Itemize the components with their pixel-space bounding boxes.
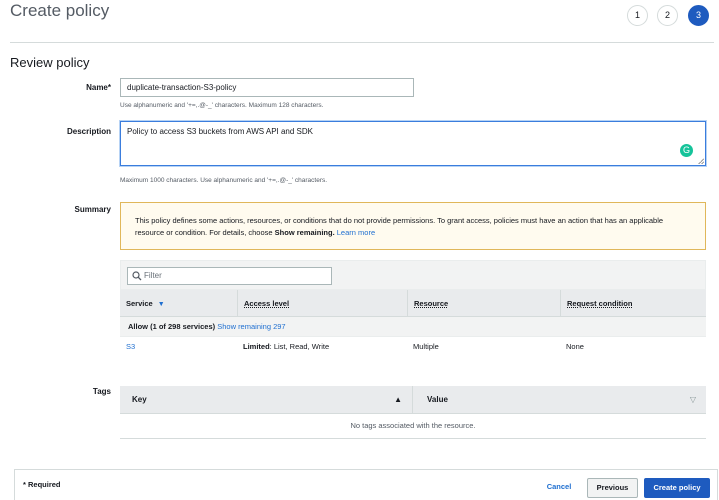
warning-text: This policy defines some actions, resour…	[135, 216, 664, 237]
show-remaining-link[interactable]: Show remaining 297	[217, 322, 285, 331]
description-help-text: Maximum 1000 characters. Use alphanumeri…	[120, 177, 328, 184]
summary-table: Filter Service ▼ Access level Resource R…	[120, 260, 706, 356]
column-request-condition[interactable]: Request condition	[560, 290, 706, 317]
tags-empty-state: No tags associated with the resource.	[120, 414, 706, 439]
name-help-text: Use alphanumeric and '+=,.@-_' character…	[120, 102, 324, 109]
filter-bar: Filter	[120, 260, 706, 290]
description-textarea[interactable]: Policy to access S3 buckets from AWS API…	[120, 121, 706, 166]
step-3: 3	[688, 5, 709, 26]
column-access-level[interactable]: Access level	[237, 290, 407, 317]
table-row: S3 Limited: List, Read, Write Multiple N…	[120, 337, 706, 357]
column-value[interactable]: Value ▽	[412, 386, 706, 414]
warning-alert: This policy defines some actions, resour…	[120, 202, 706, 250]
column-access-level-label: Access level	[244, 299, 290, 308]
search-icon	[132, 271, 142, 287]
title-divider	[10, 42, 714, 43]
name-input[interactable]: duplicate-transaction-S3-policy	[120, 78, 414, 97]
column-key-label: Key	[132, 395, 147, 404]
request-condition-cell: None	[566, 342, 584, 351]
resize-handle-icon[interactable]	[698, 158, 704, 164]
grammarly-icon[interactable]: G	[680, 144, 693, 157]
column-value-label: Value	[427, 395, 448, 404]
access-level-bold: Limited	[243, 342, 270, 351]
group-label: Allow (1 of 298 services)	[128, 322, 216, 331]
step-1[interactable]: 1	[627, 5, 648, 26]
page-title: Create policy	[10, 1, 110, 20]
tags-label: Tags	[92, 387, 111, 396]
section-title: Review policy	[10, 55, 90, 70]
filter-input[interactable]: Filter	[127, 267, 332, 285]
column-resource[interactable]: Resource	[407, 290, 560, 317]
summary-table-header: Service ▼ Access level Resource Request …	[120, 290, 706, 317]
tags-table: Key ▲ Value ▽ No tags associated with th…	[120, 386, 706, 439]
step-2[interactable]: 2	[657, 5, 678, 26]
service-link[interactable]: S3	[126, 337, 135, 357]
sort-up-icon: ▲	[394, 395, 402, 404]
create-policy-button[interactable]: Create policy	[644, 478, 710, 498]
footer-bar: * Required Cancel Previous Create policy	[14, 469, 718, 500]
access-level-cell: Limited: List, Read, Write	[243, 337, 329, 357]
group-row: Allow (1 of 298 services) Show remaining…	[120, 317, 706, 337]
column-service[interactable]: Service ▼	[120, 290, 237, 317]
previous-button[interactable]: Previous	[587, 478, 638, 498]
sort-down-icon: ▼	[157, 301, 165, 308]
filter-placeholder: Filter	[144, 271, 162, 280]
required-note: * Required	[23, 480, 61, 489]
learn-more-link[interactable]: Learn more	[337, 228, 375, 237]
description-label: Description	[66, 127, 111, 136]
column-service-label: Service	[126, 299, 153, 308]
name-label: Name*	[86, 83, 111, 92]
warning-bold-text: Show remaining.	[274, 228, 335, 237]
sort-inactive-icon: ▽	[689, 395, 696, 404]
access-level-rest: : List, Read, Write	[269, 342, 330, 351]
summary-label: Summary	[74, 205, 111, 214]
resource-cell: Multiple	[413, 342, 439, 351]
cancel-button[interactable]: Cancel	[537, 478, 581, 498]
description-value: Policy to access S3 buckets from AWS API…	[127, 127, 314, 136]
column-resource-label: Resource	[414, 299, 449, 308]
column-request-condition-label: Request condition	[567, 299, 633, 308]
column-key[interactable]: Key ▲	[120, 386, 412, 414]
tags-table-header: Key ▲ Value ▽	[120, 386, 706, 414]
